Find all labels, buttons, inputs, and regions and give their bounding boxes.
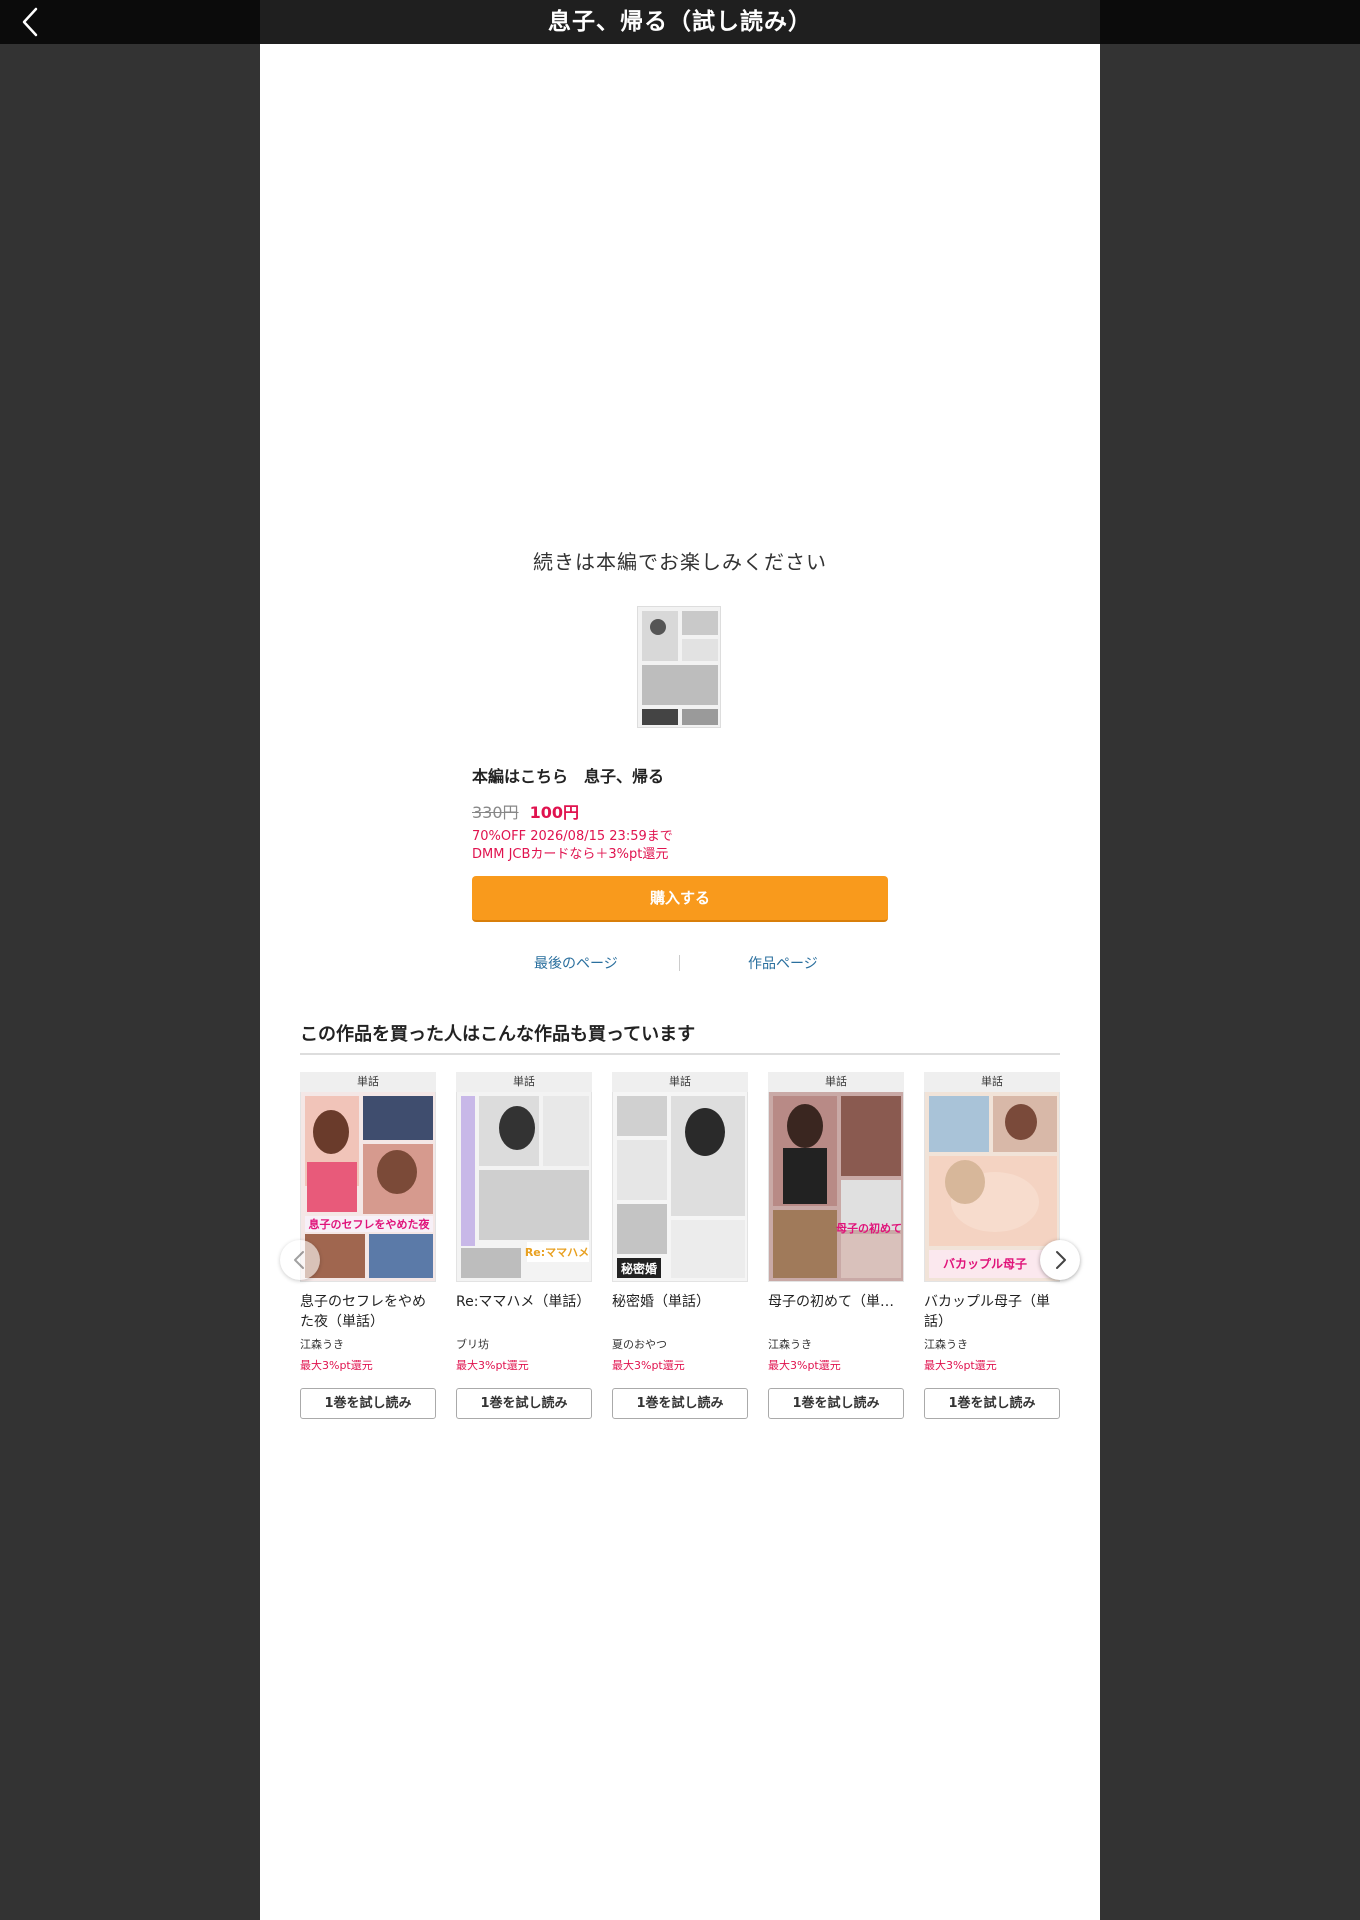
svg-text:母子の初めて: 母子の初めて [836, 1221, 902, 1235]
chevron-right-icon [1056, 1251, 1066, 1269]
main-cover-thumbnail[interactable] [637, 606, 721, 728]
trial-read-button[interactable]: 1巻を試し読み [768, 1388, 904, 1419]
card-point: 最大3%pt還元 [456, 1359, 529, 1372]
card-author[interactable]: 江森うき [924, 1336, 1060, 1352]
heading-divider [300, 1053, 1060, 1055]
card-author[interactable]: 夏のおやつ [612, 1336, 748, 1352]
svg-text:Re:ママハメ: Re:ママハメ [525, 1246, 589, 1259]
card-title[interactable]: Re:ママハメ（単話） [456, 1292, 592, 1332]
page-title: 息子、帰る（試し読み） [548, 9, 812, 35]
trial-read-button[interactable]: 1巻を試し読み [924, 1388, 1060, 1419]
card-title[interactable]: 母子の初めて（単… [768, 1292, 904, 1332]
card-badge: 単話 [456, 1072, 592, 1092]
svg-text:バカップル母子: バカップル母子 [943, 1256, 1027, 1271]
trial-read-button[interactable]: 1巻を試し読み [612, 1388, 748, 1419]
trial-read-button[interactable]: 1巻を試し読み [456, 1388, 592, 1419]
carousel-prev-button[interactable] [280, 1240, 320, 1280]
recommend-card[interactable]: 単話 秘密婚 秘密婚（単話） 夏のおやつ 最大3%pt還元 1巻を試し読み [612, 1072, 748, 1419]
recommend-card[interactable]: 単話 息子のセフレをやめた夜 息子のセフレをやめた夜（単話） 江森うき 最大3%… [300, 1072, 436, 1419]
card-cover[interactable]: 息子のセフレをやめた夜 [300, 1092, 436, 1282]
link-divider [679, 955, 680, 971]
card-badge: 単話 [300, 1072, 436, 1092]
recommend-carousel: 単話 息子のセフレをやめた夜 息子のセフレをやめた夜（単話） 江森うき 最大3%… [300, 1072, 1060, 1452]
continue-message: 続きは本編でお楽しみください [533, 550, 827, 574]
last-page-link[interactable]: 最後のページ [534, 953, 618, 973]
price-row: 330円 100円 [472, 799, 579, 823]
recommend-heading: この作品を買った人はこんな作品も買っています [300, 1024, 696, 1045]
card-point: 最大3%pt還元 [300, 1359, 373, 1372]
reader-end-page: 続きは本編でお楽しみください 本編はこちら 息子、帰る 330円 100円 70… [260, 44, 1100, 1920]
card-cover[interactable]: 母子の初めて [768, 1092, 904, 1282]
page-links: 最後のページ 作品ページ [472, 953, 888, 975]
card-point: 最大3%pt還元 [612, 1359, 685, 1372]
card-cover[interactable]: Re:ママハメ [456, 1092, 592, 1282]
sale-price: 100円 [529, 803, 580, 822]
chevron-left-icon [294, 1251, 304, 1269]
card-title[interactable]: 秘密婚（単話） [612, 1292, 748, 1332]
recommend-card[interactable]: 単話 Re:ママハメ Re:ママハメ（単話） ブリ坊 最大3%pt還元 1巻を試… [456, 1072, 592, 1419]
svg-text:息子のセフレをやめた夜: 息子のセフレをやめた夜 [309, 1217, 431, 1231]
original-price: 330円 [472, 803, 519, 822]
card-title[interactable]: 息子のセフレをやめた夜（単話） [300, 1292, 436, 1332]
buy-button[interactable]: 購入する [472, 876, 888, 922]
card-title[interactable]: バカップル母子（単話） [924, 1292, 1060, 1332]
card-point: 最大3%pt還元 [768, 1359, 841, 1372]
main-title: 本編はこちら 息子、帰る [472, 767, 665, 786]
chevron-left-icon [22, 7, 38, 37]
promo-discount: 70%OFF 2026/08/15 23:59まで [472, 829, 673, 844]
promo-info: 70%OFF 2026/08/15 23:59まで DMM JCBカードなら＋3… [472, 828, 673, 864]
trial-read-button[interactable]: 1巻を試し読み [300, 1388, 436, 1419]
carousel-next-button[interactable] [1040, 1240, 1080, 1280]
recommend-card[interactable]: 単話 母子の初めて 母子の初めて（単… 江森うき 最大3%pt還元 1巻を試し読… [768, 1072, 904, 1419]
svg-text:秘密婚: 秘密婚 [621, 1261, 657, 1276]
work-page-link[interactable]: 作品ページ [748, 953, 818, 973]
card-badge: 単話 [768, 1072, 904, 1092]
card-author[interactable]: ブリ坊 [456, 1336, 592, 1352]
card-author[interactable]: 江森うき [300, 1336, 436, 1352]
promo-card-point: DMM JCBカードなら＋3%pt還元 [472, 847, 669, 862]
card-cover[interactable]: 秘密婚 [612, 1092, 748, 1282]
back-button[interactable] [14, 4, 50, 40]
recommend-card[interactable]: 単話 バカップル母子 バカップル母子（単話） 江森うき 最大3%pt還元 1巻を… [924, 1072, 1060, 1419]
card-badge: 単話 [612, 1072, 748, 1092]
card-author[interactable]: 江森うき [768, 1336, 904, 1352]
card-point: 最大3%pt還元 [924, 1359, 997, 1372]
card-badge: 単話 [924, 1072, 1060, 1092]
